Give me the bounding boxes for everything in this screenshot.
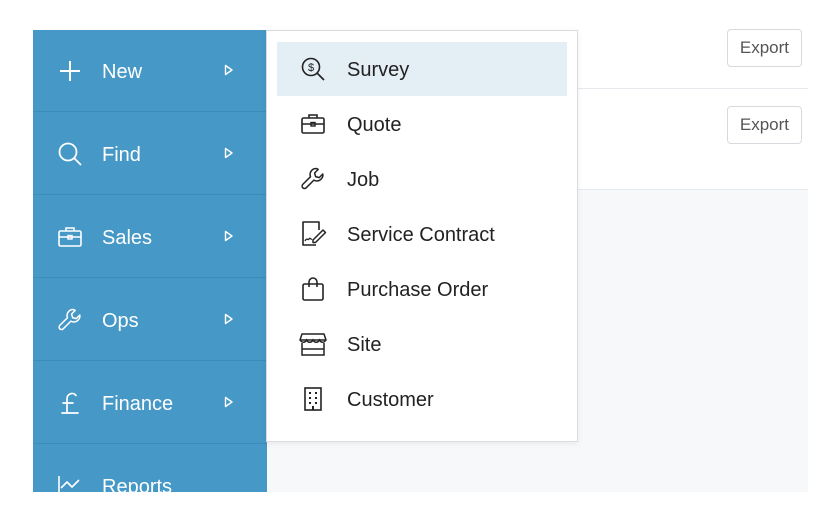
- briefcase-icon: [299, 110, 327, 138]
- sidebar-item-sales[interactable]: Sales: [33, 196, 267, 278]
- sidebar-item-finance[interactable]: Finance: [33, 362, 267, 444]
- chevron-right-icon: [224, 396, 234, 408]
- chevron-right-icon: [224, 313, 234, 325]
- menu-item-quote[interactable]: Quote: [277, 97, 567, 151]
- sidebar-item-label: Find: [102, 144, 141, 166]
- search-icon: [57, 141, 83, 167]
- menu-item-label: Site: [347, 334, 382, 356]
- wrench-icon: [57, 307, 83, 333]
- sidebar-item-label: New: [102, 61, 143, 83]
- signed-document-icon: [299, 220, 327, 248]
- menu-item-label: Purchase Order: [347, 279, 489, 301]
- menu-item-label: Job: [347, 169, 380, 191]
- sidebar-item-label: Ops: [102, 310, 139, 332]
- menu-item-customer[interactable]: Customer: [277, 372, 567, 426]
- menu-item-label: Customer: [347, 389, 434, 411]
- sidebar-item-new[interactable]: New: [33, 30, 267, 112]
- pound-icon: [57, 390, 83, 416]
- sidebar-item-label: Finance: [102, 393, 174, 415]
- menu-item-service-contract[interactable]: Service Contract: [277, 207, 567, 261]
- menu-item-label: Quote: [347, 114, 402, 136]
- sidebar-item-label: Sales: [102, 227, 153, 249]
- chevron-right-icon: [224, 64, 234, 76]
- briefcase-icon: [57, 224, 83, 250]
- building-icon: [299, 385, 327, 413]
- sidebar-item-label: Reports: [102, 476, 173, 492]
- shopping-bag-icon: [299, 275, 327, 303]
- menu-item-survey[interactable]: $ Survey: [277, 42, 567, 96]
- chevron-right-icon: [224, 230, 234, 242]
- sidebar-item-reports[interactable]: Reports: [33, 445, 267, 492]
- sidebar-item-ops[interactable]: Ops: [33, 279, 267, 361]
- menu-item-label: Survey: [347, 59, 410, 81]
- chevron-right-icon: [224, 147, 234, 159]
- chart-icon: [57, 473, 83, 492]
- storefront-icon: [299, 330, 327, 358]
- menu-item-site[interactable]: Site: [277, 317, 567, 371]
- svg-text:$: $: [308, 62, 314, 74]
- menu-item-purchase-order[interactable]: Purchase Order: [277, 262, 567, 316]
- new-submenu: $ Survey Quote Job Service Contract Purc…: [266, 30, 578, 442]
- plus-icon: [57, 58, 83, 84]
- menu-item-label: Service Contract: [347, 224, 495, 246]
- sidebar: New Find Sales Ops Finance Reports: [33, 30, 267, 492]
- export-button[interactable]: Export: [726, 29, 802, 67]
- export-button[interactable]: Export: [726, 106, 802, 144]
- menu-item-job[interactable]: Job: [277, 152, 567, 206]
- search-dollar-icon: $: [299, 55, 327, 83]
- wrench-icon: [299, 165, 327, 193]
- sidebar-item-find[interactable]: Find: [33, 113, 267, 195]
